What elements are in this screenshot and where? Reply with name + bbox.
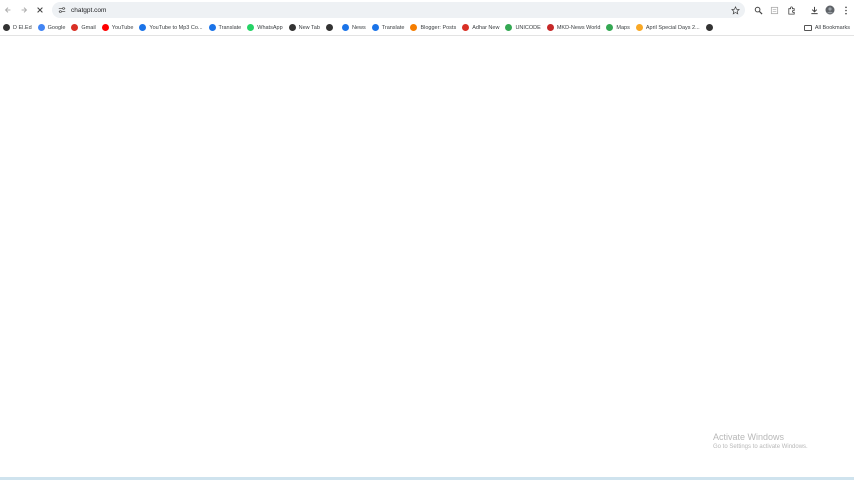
blogger-icon (410, 24, 418, 31)
page-icon (770, 6, 778, 14)
bookmark-star-icon[interactable] (729, 4, 741, 16)
bookmarks-bar: D El.Ed Google Gmail YouTube YouTube to Mp3 … (0, 20, 854, 36)
bookmark-label: Adhar New (472, 24, 500, 31)
whatsapp-icon (247, 24, 255, 31)
menu-button[interactable] (841, 2, 851, 18)
bookmark-label: Maps (616, 24, 630, 31)
bookmark-item[interactable]: Translate (206, 21, 245, 35)
downloads-button[interactable] (808, 2, 820, 18)
page-content (0, 37, 854, 477)
arrow-left-icon (4, 7, 11, 13)
profile-button[interactable] (824, 2, 836, 18)
forward-button[interactable] (16, 2, 32, 18)
bookmark-label: New Tab (298, 24, 320, 31)
avatar (825, 5, 835, 15)
rainbow-icon (635, 24, 643, 31)
bookmark-label: Gmail (81, 24, 96, 31)
bookmark-item[interactable]: Translate (369, 21, 408, 35)
bookmark-item[interactable]: MKD-News World (544, 21, 604, 35)
unicode-icon (505, 24, 513, 31)
youtube-icon (101, 24, 109, 31)
more-vertical-icon (845, 6, 847, 14)
bookmark-label: YouTube (111, 24, 134, 31)
back-button[interactable] (0, 2, 16, 18)
bookmark-item[interactable]: Blogger: Posts (407, 21, 459, 35)
puzzle-icon (787, 5, 795, 15)
bookmark-item[interactable]: UNICODE (502, 21, 543, 35)
translate-icon (371, 24, 379, 31)
download-icon (810, 6, 818, 14)
address-bar[interactable] (52, 2, 745, 18)
globe-icon (705, 24, 713, 31)
google-icon (37, 24, 45, 31)
bookmark-label: Google (47, 24, 66, 31)
bookmark-label: WhatsApp (257, 24, 283, 31)
reading-mode-button[interactable] (768, 2, 780, 18)
all-bookmarks-button[interactable]: All Bookmarks (803, 21, 850, 35)
bookmark-label: UNICODE (515, 24, 541, 31)
globe-icon (3, 24, 10, 31)
bookmark-item[interactable]: Google (35, 21, 69, 35)
stop-loading-button[interactable] (32, 2, 48, 18)
bookmark-label: April Special Days 2... (645, 24, 700, 31)
globe-icon (288, 24, 296, 31)
bookmark-label: Translate (218, 24, 242, 31)
bookmark-item[interactable]: News (339, 21, 369, 35)
bookmark-item[interactable] (703, 21, 719, 35)
site-settings-icon[interactable] (55, 6, 69, 14)
news-world-icon (546, 24, 554, 31)
search-tabs-button[interactable] (752, 2, 764, 18)
browser-toolbar (0, 0, 854, 20)
bookmark-item[interactable]: WhatsApp (244, 21, 285, 35)
bookmark-item[interactable]: D El.Ed (0, 21, 35, 35)
bookmark-item[interactable]: New Tab (286, 21, 323, 35)
gmail-icon (71, 24, 79, 31)
bookmark-item[interactable]: Maps (603, 21, 632, 35)
bookmark-item[interactable] (323, 21, 339, 35)
close-icon (37, 7, 43, 13)
watermark-subtitle: Go to Settings to activate Windows. (713, 444, 808, 450)
converter-icon (139, 24, 147, 31)
arrow-right-icon (21, 7, 28, 13)
bookmark-item[interactable]: Gmail (68, 21, 98, 35)
activate-windows-watermark: Activate Windows Go to Settings to activ… (713, 432, 808, 450)
bookmark-label: YouTube to Mp3 Co... (149, 24, 203, 31)
bookmark-label: Translate (381, 24, 405, 31)
aadhaar-icon (462, 24, 470, 31)
map-pin-icon (606, 24, 614, 31)
translate-icon (208, 24, 216, 31)
url-input[interactable] (71, 6, 671, 14)
bookmark-item[interactable]: YouTube (99, 21, 137, 35)
watermark-title: Activate Windows (713, 432, 785, 442)
bookmark-label: D El.Ed (13, 24, 32, 31)
bookmark-item[interactable]: April Special Days 2... (633, 21, 703, 35)
folder-icon (803, 25, 812, 31)
news-icon (341, 24, 349, 31)
all-bookmarks-label: All Bookmarks (814, 25, 850, 31)
bookmark-label: News (351, 24, 366, 31)
search-icon (754, 6, 763, 15)
bookmark-item[interactable]: Adhar New (459, 21, 502, 35)
bookmark-item[interactable]: YouTube to Mp3 Co... (136, 21, 205, 35)
bookmark-label: Blogger: Posts (420, 24, 457, 31)
bookmark-label: MKD-News World (556, 24, 601, 31)
globe-icon (325, 24, 333, 31)
extensions-button[interactable] (785, 2, 797, 18)
